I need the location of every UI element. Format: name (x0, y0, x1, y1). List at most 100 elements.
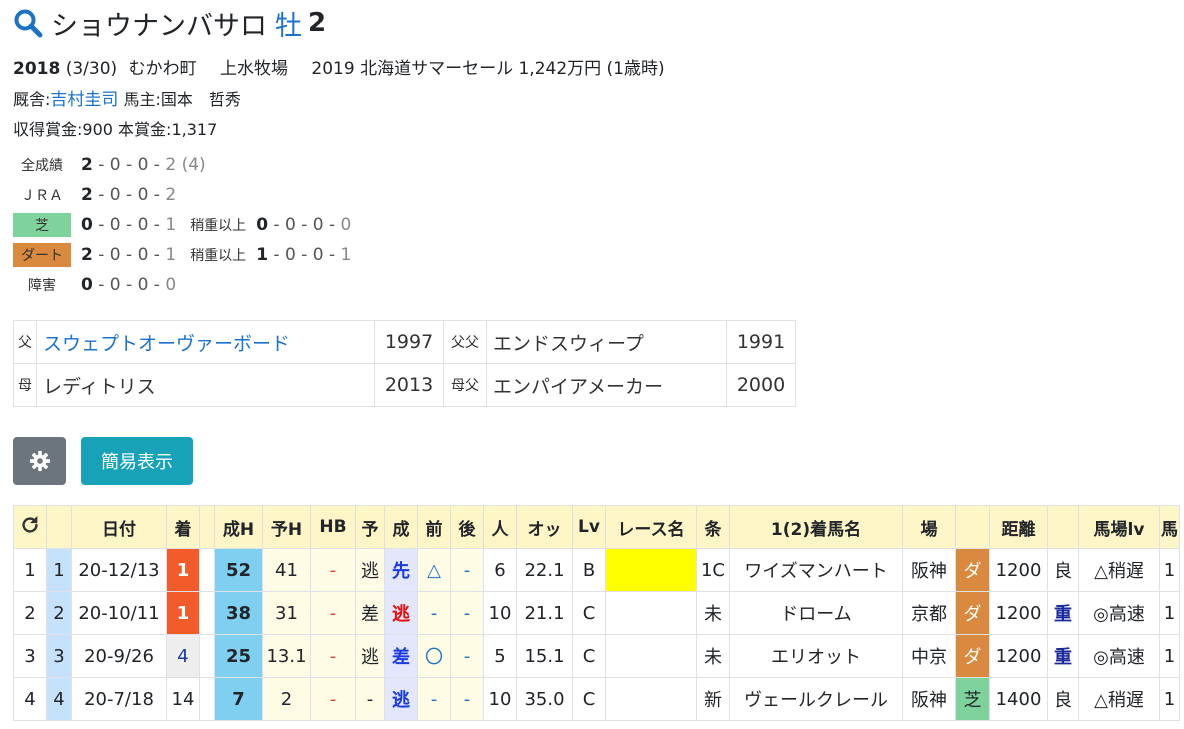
speed-rating: 38 (214, 591, 263, 635)
track-level: △稍遅 (1078, 548, 1160, 592)
search-icon[interactable] (13, 8, 43, 38)
row-number: 3 (13, 634, 47, 678)
record-sub-count: 0 (284, 245, 296, 265)
racecourse: 京都 (902, 591, 956, 635)
finish-position: 1 (166, 548, 200, 592)
predicted-style: 逃 (355, 634, 385, 678)
race-date: 20-12/13 (71, 548, 167, 592)
mae-mark: 〇 (417, 634, 451, 678)
race-level: C (572, 634, 606, 678)
mae-mark: - (417, 677, 451, 721)
row-order: 4 (46, 677, 72, 721)
record-count: 1 (165, 245, 177, 265)
speed-rating: 25 (214, 634, 263, 678)
record-count: 0 (137, 215, 149, 235)
hb-value: - (310, 548, 356, 592)
column-header[interactable]: 成H (214, 505, 263, 549)
owner-label: 馬主: (123, 90, 161, 109)
surface: 芝 (955, 677, 990, 721)
last-cell: 1 (1159, 677, 1180, 721)
sire-cell: スウェプトオーヴァーボード (36, 320, 375, 364)
winner-horse: ヴェールクレール (729, 677, 903, 721)
record-counts: 0 - 0 - 0 - 0 (81, 275, 177, 295)
last-cell: 1 (1159, 634, 1180, 678)
prize-2: 1,317 (171, 120, 218, 139)
race-row[interactable]: 1 1 20-12/13 1 52 41- 逃先 △ -6 22.1 B 1C ワイズマンハート 阪神ダ 1… (13, 548, 1180, 592)
column-header: 馬場lv (1078, 505, 1160, 549)
simple-view-button[interactable]: 簡易表示 (81, 437, 193, 485)
record-count: 0 (109, 155, 121, 175)
column-header: 馬 (1159, 505, 1180, 549)
record-count: 0 (137, 185, 149, 205)
distance: 1200 (989, 591, 1048, 635)
sire-link[interactable]: スウェプトオーヴァーボード (43, 333, 290, 355)
race-class: 新 (696, 677, 730, 721)
record-row: ダート 2 - 0 - 0 - 1 稍重以上 1 - 0 - 0 - 1 (13, 243, 351, 267)
record-label: ダート (13, 243, 71, 267)
record-first: 2 (81, 155, 93, 175)
prize-1: 900 (82, 120, 113, 139)
race-results-table: 日付着成H 予H HB 予成前後人オッ Lv レース名条 1(2)着馬名場距離 馬場lv 馬 1… (13, 505, 1180, 721)
column-header (46, 505, 72, 549)
column-header: 場 (902, 505, 956, 549)
column-header: レース名 (605, 505, 697, 549)
results-header-row: 日付着成H 予H HB 予成前後人オッ Lv レース名条 1(2)着馬名場距離 馬場lv 馬 (13, 505, 1180, 549)
popularity: 5 (483, 634, 517, 678)
ato-mark: - (450, 548, 484, 592)
sire-year: 1997 (374, 320, 444, 364)
column-header: 成 (384, 505, 418, 549)
row-number: 2 (13, 591, 47, 635)
track-level: ◎高速 (1078, 591, 1160, 635)
hb-value: - (310, 634, 356, 678)
race-name (605, 677, 697, 721)
track-level: △稍遅 (1078, 677, 1160, 721)
record-count: 1 (165, 215, 177, 235)
record-count: 0 (137, 245, 149, 265)
race-name (605, 548, 697, 592)
record-label: ＪＲＡ (21, 188, 63, 204)
column-header: 1(2)着馬名 (729, 505, 903, 549)
actual-style: 逃 (384, 677, 418, 721)
mae-mark: △ (417, 548, 451, 592)
prize-label-1: 収得賞金: (13, 120, 83, 139)
finish-position: 4 (166, 634, 200, 678)
column-header: 予 (355, 505, 385, 549)
actual-style: 先 (384, 548, 418, 592)
column-header: 後 (450, 505, 484, 549)
distance: 1200 (989, 548, 1048, 592)
record-row: 障害 0 - 0 - 0 - 0 (13, 273, 176, 297)
winner-horse: エリオット (729, 634, 903, 678)
hb-value: - (310, 591, 356, 635)
settings-button[interactable] (13, 437, 66, 485)
record-count: 0 (109, 245, 121, 265)
sire-sire-year: 1991 (726, 320, 796, 364)
column-header[interactable]: 日付 (71, 505, 167, 549)
column-header: 距離 (989, 505, 1048, 549)
race-level: C (572, 591, 606, 635)
spacer-cell (199, 591, 215, 635)
record-sub-first: 1 (256, 245, 269, 265)
record-count: 2 (165, 185, 177, 205)
track-level: ◎高速 (1078, 634, 1160, 678)
record-count: 0 (165, 275, 177, 295)
horse-age: 2 (308, 8, 327, 38)
column-header: オッ (516, 505, 573, 549)
race-row[interactable]: 4 4 20-7/18 14 7 2- - 逃 - -10 35.0 C 新ヴェールクレール 阪神芝 140… (13, 677, 1180, 721)
dam-sire-year: 2000 (726, 363, 796, 407)
refresh-button[interactable] (13, 505, 47, 549)
actual-style: 差 (384, 634, 418, 678)
finish-position: 14 (166, 677, 200, 721)
distance: 1400 (989, 677, 1048, 721)
record-sub-counts: 1 - 0 - 0 - 1 (256, 245, 352, 265)
record-count: 0 (109, 275, 121, 295)
race-row[interactable]: 3 3 20-9/26 4 25 13.1- 逃差〇 -5 15.1 C 未エリオット 中京ダ 1200… (13, 634, 1180, 678)
race-row[interactable]: 2 2 20-10/11 1 38 31- 差逃 - -10 21.1 C 未ドローム 京都ダ 1200 重… (13, 591, 1180, 635)
column-header (199, 505, 215, 549)
odds: 21.1 (516, 591, 573, 635)
track-condition: 良 (1047, 677, 1079, 721)
row-order: 3 (46, 634, 72, 678)
row-order: 1 (46, 548, 72, 592)
predicted-style: 差 (355, 591, 385, 635)
record-label: 全成績 (21, 158, 63, 174)
trainer-link[interactable]: 吉村圭司 (50, 90, 118, 110)
